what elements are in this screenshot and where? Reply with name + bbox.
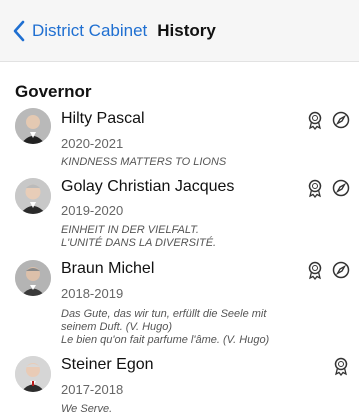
avatar <box>15 260 51 296</box>
governor-name: Hilty Pascal <box>61 110 145 127</box>
governor-years: 2017-2018 <box>61 382 124 397</box>
list-item[interactable]: Braun Michel 2018-2019 Das Gute, das wir… <box>0 258 359 350</box>
governor-name: Golay Christian Jacques <box>61 178 235 195</box>
compass-icon[interactable] <box>331 178 351 198</box>
back-chevron-icon[interactable] <box>12 20 26 42</box>
avatar <box>15 178 51 214</box>
governor-years: 2018-2019 <box>61 286 124 301</box>
avatar <box>15 108 51 144</box>
governor-motto: KINDNESS MATTERS TO LIONS <box>61 156 227 168</box>
list-item[interactable]: Hilty Pascal 2020-2021 KINDNESS MATTERS … <box>0 106 359 170</box>
governor-name: Braun Michel <box>61 260 155 277</box>
governor-motto: We Serve. <box>61 403 113 414</box>
navigation-bar: District Cabinet History <box>0 0 359 62</box>
list-item[interactable]: Steiner Egon 2017-2018 We Serve. <box>0 352 359 414</box>
back-button[interactable]: District Cabinet <box>32 21 147 41</box>
avatar <box>15 356 51 392</box>
governor-name: Steiner Egon <box>61 356 154 373</box>
governor-years: 2020-2021 <box>61 136 124 151</box>
list-item[interactable]: Golay Christian Jacques 2019-2020 EINHEI… <box>0 176 359 252</box>
governor-years: 2019-2020 <box>61 203 124 218</box>
governor-motto: EINHEIT IN DER VIELFALT. L'UNITÉ DANS LA… <box>61 224 217 249</box>
page-title: History <box>157 20 216 40</box>
governor-motto: Das Gute, das wir tun, erfüllt die Seele… <box>61 308 270 346</box>
section-title-governor: Governor <box>15 82 92 101</box>
award-ribbon-icon[interactable] <box>305 178 325 198</box>
award-ribbon-icon[interactable] <box>331 356 351 376</box>
award-ribbon-icon[interactable] <box>305 260 325 280</box>
compass-icon[interactable] <box>331 260 351 280</box>
compass-icon[interactable] <box>331 110 351 130</box>
award-ribbon-icon[interactable] <box>305 110 325 130</box>
